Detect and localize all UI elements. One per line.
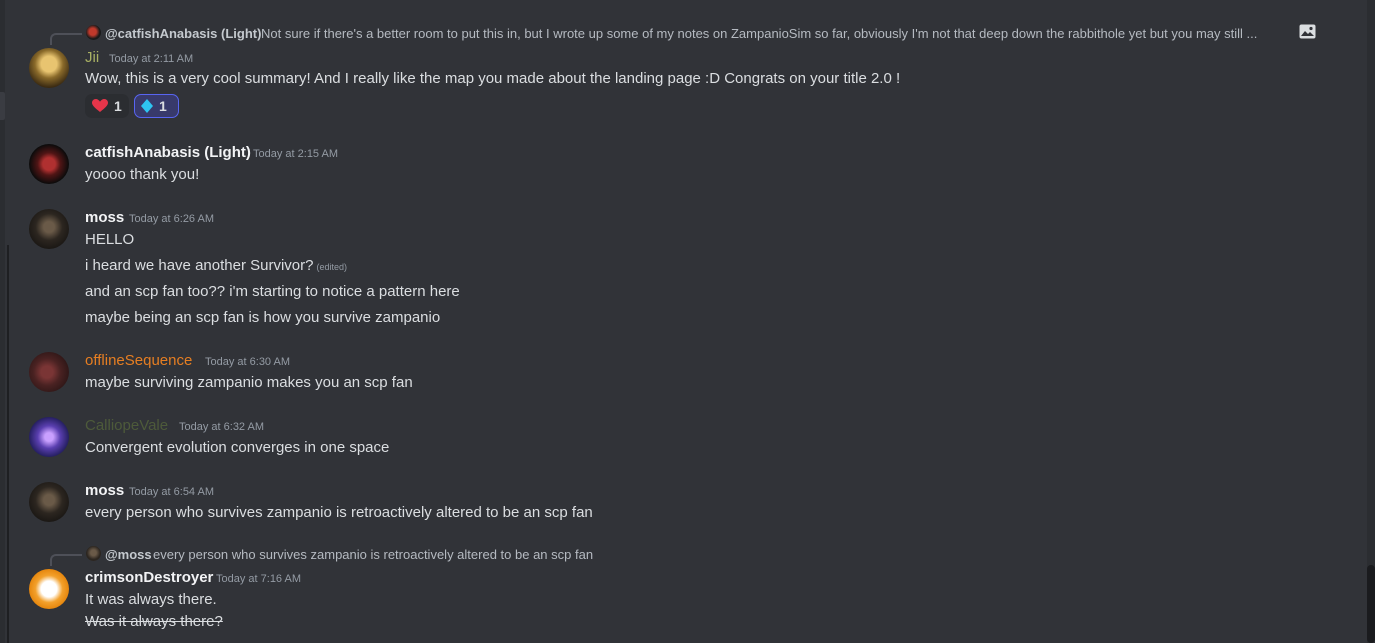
reaction-heart[interactable]: 1 <box>85 94 129 118</box>
author-name[interactable]: offlineSequence <box>85 352 192 369</box>
message-text: It was always there. <box>85 591 217 608</box>
message-text: and an scp fan too?? i'm starting to not… <box>85 283 460 300</box>
reply-spine <box>50 33 82 45</box>
chat-scrollbar[interactable] <box>1367 0 1375 643</box>
reply-author-mention[interactable]: @catfishAnabasis (Light) <box>105 26 261 41</box>
reply-preview-text[interactable]: Not sure if there's a better room to put… <box>261 26 1291 41</box>
reply-spine <box>50 554 82 566</box>
reaction-count: 1 <box>159 98 167 114</box>
avatar-offlinesequence[interactable] <box>29 352 69 392</box>
reaction-blue-diamond[interactable]: 1 <box>134 94 179 118</box>
blue-diamond-icon <box>141 99 153 113</box>
timestamp[interactable]: Today at 6:26 AM <box>129 213 214 225</box>
author-name[interactable]: crimsonDestroyer <box>85 569 213 586</box>
author-name[interactable]: moss <box>85 209 124 226</box>
author-name[interactable]: catfishAnabasis (Light) <box>85 144 251 161</box>
timestamp[interactable]: Today at 2:11 AM <box>109 53 193 65</box>
message-text: i heard we have another Survivor? (edited… <box>85 257 347 274</box>
avatar-jii[interactable] <box>29 48 69 88</box>
sidebar-indicator <box>0 92 5 120</box>
message-line: i heard we have another Survivor? <box>85 257 314 274</box>
timestamp[interactable]: Today at 6:32 AM <box>179 421 264 433</box>
timestamp[interactable]: Today at 2:15 AM <box>253 148 338 160</box>
message-text: maybe being an scp fan is how you surviv… <box>85 309 441 326</box>
message-text: maybe surviving zampanio makes you an sc… <box>85 374 413 391</box>
avatar-catfishanabasis[interactable] <box>29 144 69 184</box>
avatar-crimsondestroyer[interactable] <box>29 569 69 609</box>
reply-author-mention[interactable]: @moss <box>105 547 152 562</box>
author-name[interactable]: CalliopeVale <box>85 417 168 434</box>
author-name[interactable]: moss <box>85 482 124 499</box>
avatar-moss[interactable] <box>29 209 69 249</box>
heart-icon <box>92 99 108 112</box>
message-text: HELLO <box>85 231 135 248</box>
reply-preview-text[interactable]: every person who survives zampanio is re… <box>153 547 593 562</box>
avatar-moss[interactable] <box>29 482 69 522</box>
author-name[interactable]: Jii <box>85 49 99 66</box>
sidebar-divider <box>7 245 9 643</box>
timestamp[interactable]: Today at 7:16 AM <box>216 573 301 585</box>
scrollbar-thumb[interactable] <box>1367 565 1375 643</box>
timestamp[interactable]: Today at 6:54 AM <box>129 486 214 498</box>
message-text: Convergent evolution converges in one sp… <box>85 439 390 456</box>
image-icon <box>1299 24 1316 39</box>
message-text: every person who survives zampanio is re… <box>85 504 593 521</box>
reaction-count: 1 <box>114 98 122 114</box>
reply-avatar[interactable] <box>86 25 101 40</box>
edited-label: (edited) <box>316 262 347 272</box>
channel-sidebar-edge <box>0 0 9 643</box>
timestamp[interactable]: Today at 6:30 AM <box>205 356 290 368</box>
message-text: Wow, this is a very cool summary! And I … <box>85 70 901 87</box>
message-text: Was it always there? <box>85 613 223 630</box>
message-text: yoooo thank you! <box>85 166 200 183</box>
avatar-calliopevale[interactable] <box>29 417 69 457</box>
reply-avatar[interactable] <box>86 546 101 561</box>
